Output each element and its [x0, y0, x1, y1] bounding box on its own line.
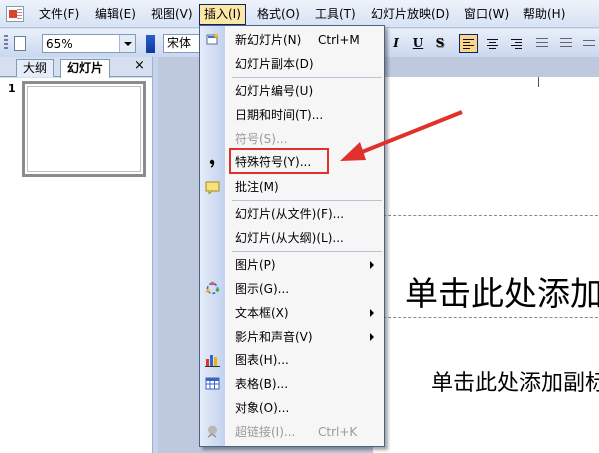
menu-item-label: 影片和声音(V) — [235, 330, 313, 344]
menu-help[interactable]: 帮助(H) — [519, 5, 569, 24]
menu-item-label: 图示(G)... — [235, 282, 290, 296]
subtitle-placeholder[interactable]: 单击此处添加副标题 — [431, 365, 599, 397]
align-right-button[interactable] — [508, 34, 527, 53]
align-center-button[interactable] — [484, 34, 503, 53]
menu-window[interactable]: 窗口(W) — [460, 5, 513, 24]
toolbar-options-button[interactable] — [146, 35, 155, 53]
close-icon[interactable]: × — [134, 58, 145, 73]
menu-item-duplicate-slide[interactable]: 幻灯片副本(D) — [200, 52, 384, 76]
title-placeholder-border-bottom — [378, 317, 599, 318]
title-placeholder-border — [378, 215, 599, 216]
numbering-button[interactable] — [533, 34, 552, 53]
menu-item-diagram[interactable]: 图示(G)... — [200, 277, 384, 301]
menu-separator — [232, 77, 382, 78]
insert-menu-dropdown: 新幻灯片(N) Ctrl+M 幻灯片副本(D) 幻灯片编号(U) 日期和时间(T… — [199, 25, 385, 447]
submenu-arrow-icon — [370, 333, 374, 341]
shadow-button[interactable]: S — [433, 36, 447, 50]
diagram-icon — [205, 281, 220, 296]
menu-item-label: 对象(O)... — [235, 401, 290, 415]
menu-item-comment[interactable]: 批注(M) — [200, 175, 384, 199]
menu-item-label: 表格(B)... — [235, 377, 289, 391]
slide-number: 1 — [8, 82, 16, 95]
font-size-button[interactable] — [580, 34, 599, 53]
menu-item-label: 日期和时间(T)... — [235, 108, 324, 122]
menu-view[interactable]: 视图(V) — [147, 5, 197, 24]
menu-item-label: 超链接(I)... — [235, 425, 296, 439]
menu-item-label: 幻灯片编号(U) — [235, 84, 314, 98]
underline-button[interactable]: U — [411, 36, 425, 50]
slide-list: 1 — [0, 78, 152, 453]
submenu-arrow-icon — [370, 309, 374, 317]
tab-outline[interactable]: 大纲 — [16, 59, 55, 77]
menu-item-label: 图表(H)... — [235, 353, 289, 367]
table-icon — [205, 376, 220, 391]
toolbar-grip[interactable] — [4, 35, 8, 51]
menu-slideshow[interactable]: 幻灯片放映(D) — [367, 5, 454, 24]
app-icon[interactable] — [6, 6, 24, 22]
comment-icon — [205, 179, 220, 196]
menu-edit[interactable]: 编辑(E) — [91, 5, 140, 24]
menu-format[interactable]: 格式(O) — [253, 5, 304, 24]
chevron-down-icon[interactable] — [119, 35, 135, 52]
menu-item-label: 幻灯片(从大纲)(L)... — [235, 231, 344, 245]
chart-icon — [205, 352, 220, 367]
font-name-field[interactable]: 宋体 — [163, 34, 203, 53]
new-slide-icon — [205, 32, 220, 47]
align-left-button[interactable] — [459, 34, 478, 53]
slides-pane: 大纲 幻灯片 × 1 — [0, 57, 152, 453]
menu-tools[interactable]: 工具(T) — [311, 5, 360, 24]
menu-item-shortcut: Ctrl+K — [318, 425, 358, 439]
title-placeholder[interactable]: 单击此处添加标题 — [405, 267, 599, 315]
italic-button[interactable]: I — [389, 36, 403, 50]
comma-symbol-icon — [205, 154, 220, 169]
menu-item-label: 幻灯片副本(D) — [235, 57, 314, 71]
menu-separator — [232, 251, 382, 252]
menu-separator — [232, 200, 382, 201]
menu-item-table[interactable]: 表格(B)... — [200, 372, 384, 396]
menu-item-picture[interactable]: 图片(P) — [200, 253, 384, 277]
tab-slides[interactable]: 幻灯片 — [60, 59, 111, 78]
menu-item-object[interactable]: 对象(O)... — [200, 396, 384, 420]
menu-item-label: 幻灯片(从文件)(F)... — [235, 207, 345, 221]
menu-item-slides-from-file[interactable]: 幻灯片(从文件)(F)... — [200, 202, 384, 226]
submenu-arrow-icon — [370, 261, 374, 269]
menu-item-label: 新幻灯片(N) — [235, 33, 302, 47]
pane-tabstrip: 大纲 幻灯片 × — [0, 57, 152, 78]
menu-bar: 文件(F) 编辑(E) 视图(V) 插入(I) 格式(O) 工具(T) 幻灯片放… — [0, 0, 599, 28]
menu-item-label: 批注(M) — [235, 180, 279, 194]
menu-file[interactable]: 文件(F) — [35, 5, 83, 24]
menu-item-hyperlink: 超链接(I)... Ctrl+K — [200, 420, 384, 444]
zoom-value: 65% — [46, 37, 73, 51]
new-document-icon[interactable] — [14, 36, 26, 51]
menu-item-shortcut: Ctrl+M — [318, 33, 360, 47]
bullets-button[interactable] — [557, 34, 576, 53]
menu-item-label: 图片(P) — [235, 258, 276, 272]
menu-item-movies-sounds[interactable]: 影片和声音(V) — [200, 325, 384, 349]
annotation-arrow-icon — [340, 110, 463, 161]
hyperlink-icon — [205, 424, 220, 439]
menu-item-label: 文本框(X) — [235, 306, 289, 320]
menu-item-textbox[interactable]: 文本框(X) — [200, 301, 384, 325]
menu-item-label: 符号(S)... — [235, 132, 288, 146]
zoom-combo[interactable]: 65% — [42, 34, 136, 53]
menu-item-new-slide[interactable]: 新幻灯片(N) Ctrl+M — [200, 28, 384, 52]
menu-insert[interactable]: 插入(I) — [199, 4, 246, 25]
slide-thumbnail[interactable] — [22, 81, 146, 177]
highlight-box — [229, 148, 329, 174]
ruler-mark — [538, 77, 539, 87]
menu-item-chart[interactable]: 图表(H)... — [200, 348, 384, 372]
menu-item-slides-from-outline[interactable]: 幻灯片(从大纲)(L)... — [200, 226, 384, 250]
